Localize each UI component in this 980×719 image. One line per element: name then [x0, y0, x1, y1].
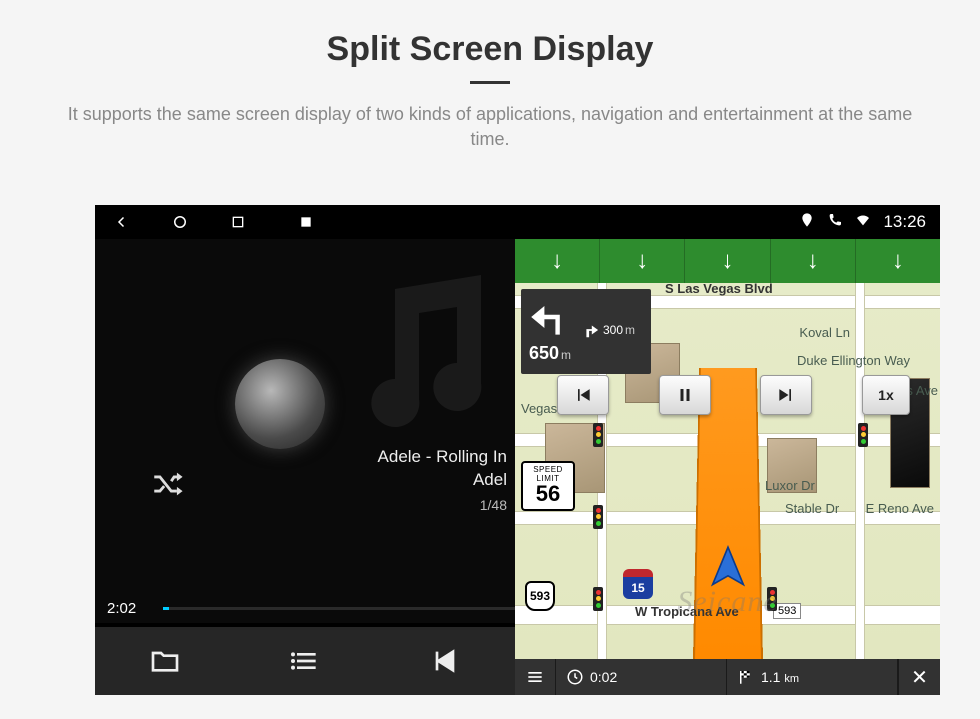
shuffle-icon[interactable]: [150, 467, 184, 501]
folder-button[interactable]: [147, 643, 183, 679]
status-bar: 13:26: [515, 205, 940, 239]
elapsed-time: 2:02: [107, 600, 149, 617]
remaining-distance: 1.1 km: [761, 669, 799, 685]
flag-icon: [737, 668, 755, 686]
previous-track-button[interactable]: [427, 643, 463, 679]
street-label: Luxor Dr: [765, 478, 815, 493]
map-playback-controls: 1x: [557, 375, 910, 415]
nav-bottom-bar: 0:02 1.1 km ✕: [515, 659, 940, 695]
progress-fill: [163, 607, 169, 610]
play-orb-button[interactable]: [235, 359, 325, 449]
album-art-area: Adele - Rolling In Adel 1/48: [95, 239, 515, 623]
wifi-icon: [855, 212, 871, 233]
traffic-light-icon: [593, 587, 603, 611]
interstate-shield: 15: [623, 569, 653, 599]
progress-row: 2:02: [107, 600, 515, 617]
music-pane: Adele - Rolling In Adel 1/48 2:02: [95, 205, 515, 695]
location-icon: [799, 212, 815, 233]
phone-icon: [827, 212, 843, 233]
traffic-light-icon: [593, 423, 603, 447]
eta-segment[interactable]: 0:02: [556, 659, 727, 695]
speed-limit-sign: SPEED LIMIT 56: [521, 461, 575, 511]
down-arrow-icon: ↓: [636, 247, 648, 275]
road: [855, 283, 865, 659]
us-route-shield: 593: [525, 581, 555, 611]
next-turn-distance: 300m: [603, 323, 635, 337]
turn-distance: 650m: [529, 343, 643, 364]
distance-segment[interactable]: 1.1 km: [727, 659, 898, 695]
playback-speed-button[interactable]: 1x: [862, 375, 910, 415]
street-label: Koval Ln: [799, 325, 850, 340]
speed-limit-value: 56: [523, 483, 573, 505]
next-turn: 300m: [581, 321, 635, 339]
down-arrow-icon: ↓: [551, 247, 563, 275]
track-index: 1/48: [378, 496, 507, 515]
street-label: Stable Dr: [785, 501, 839, 516]
android-nav-bar: [95, 205, 515, 239]
street-label: E Reno Ave: [866, 501, 934, 516]
lane-1: ↓: [515, 239, 600, 283]
close-nav-button[interactable]: ✕: [898, 659, 940, 695]
recent-apps-icon[interactable]: [229, 213, 247, 231]
track-title: Adele - Rolling In: [378, 446, 507, 469]
lane-guidance-bar: ↓ ↓ ↓ ↓ ↓: [515, 239, 940, 283]
traffic-light-icon: [593, 505, 603, 529]
eta-value: 0:02: [590, 669, 617, 685]
skip-forward-button[interactable]: [760, 375, 812, 415]
music-bottom-bar: [95, 627, 515, 695]
lane-3: ↓: [685, 239, 770, 283]
clock-icon: [566, 668, 584, 686]
screenshot-icon[interactable]: [297, 213, 315, 231]
down-arrow-icon: ↓: [892, 247, 904, 275]
street-label: S Las Vegas Blvd: [665, 283, 773, 296]
title-underline: [470, 81, 510, 84]
lane-2: ↓: [600, 239, 685, 283]
clock-time: 13:26: [883, 212, 926, 232]
turn-instruction-box: 300m 650m: [521, 289, 651, 374]
device-screen: Adele - Rolling In Adel 1/48 2:02: [95, 205, 940, 695]
page-subtitle: It supports the same screen display of t…: [50, 102, 930, 152]
traffic-light-icon: [858, 423, 868, 447]
menu-button[interactable]: [515, 659, 556, 695]
down-arrow-icon: ↓: [722, 247, 734, 275]
lane-5: ↓: [856, 239, 940, 283]
track-artist: Adel: [378, 469, 507, 492]
home-icon[interactable]: [171, 213, 189, 231]
back-icon[interactable]: [113, 213, 131, 231]
pause-button[interactable]: [659, 375, 711, 415]
turn-left-icon: [529, 295, 573, 339]
lane-4: ↓: [771, 239, 856, 283]
down-arrow-icon: ↓: [807, 247, 819, 275]
progress-bar[interactable]: [163, 607, 515, 610]
page-title: Split Screen Display: [0, 0, 980, 69]
playlist-button[interactable]: [287, 643, 323, 679]
turn-right-icon: [581, 321, 599, 339]
street-label: Duke Ellington Way: [797, 353, 910, 368]
music-note-icon: [325, 259, 525, 459]
track-metadata: Adele - Rolling In Adel 1/48: [378, 446, 507, 515]
watermark: Seicane: [677, 585, 777, 619]
current-position-icon: [706, 545, 750, 589]
navigation-pane: 13:26 ↓ ↓ ↓ ↓ ↓ S Las Vegas Blvd Kov: [515, 205, 940, 695]
skip-back-button[interactable]: [557, 375, 609, 415]
